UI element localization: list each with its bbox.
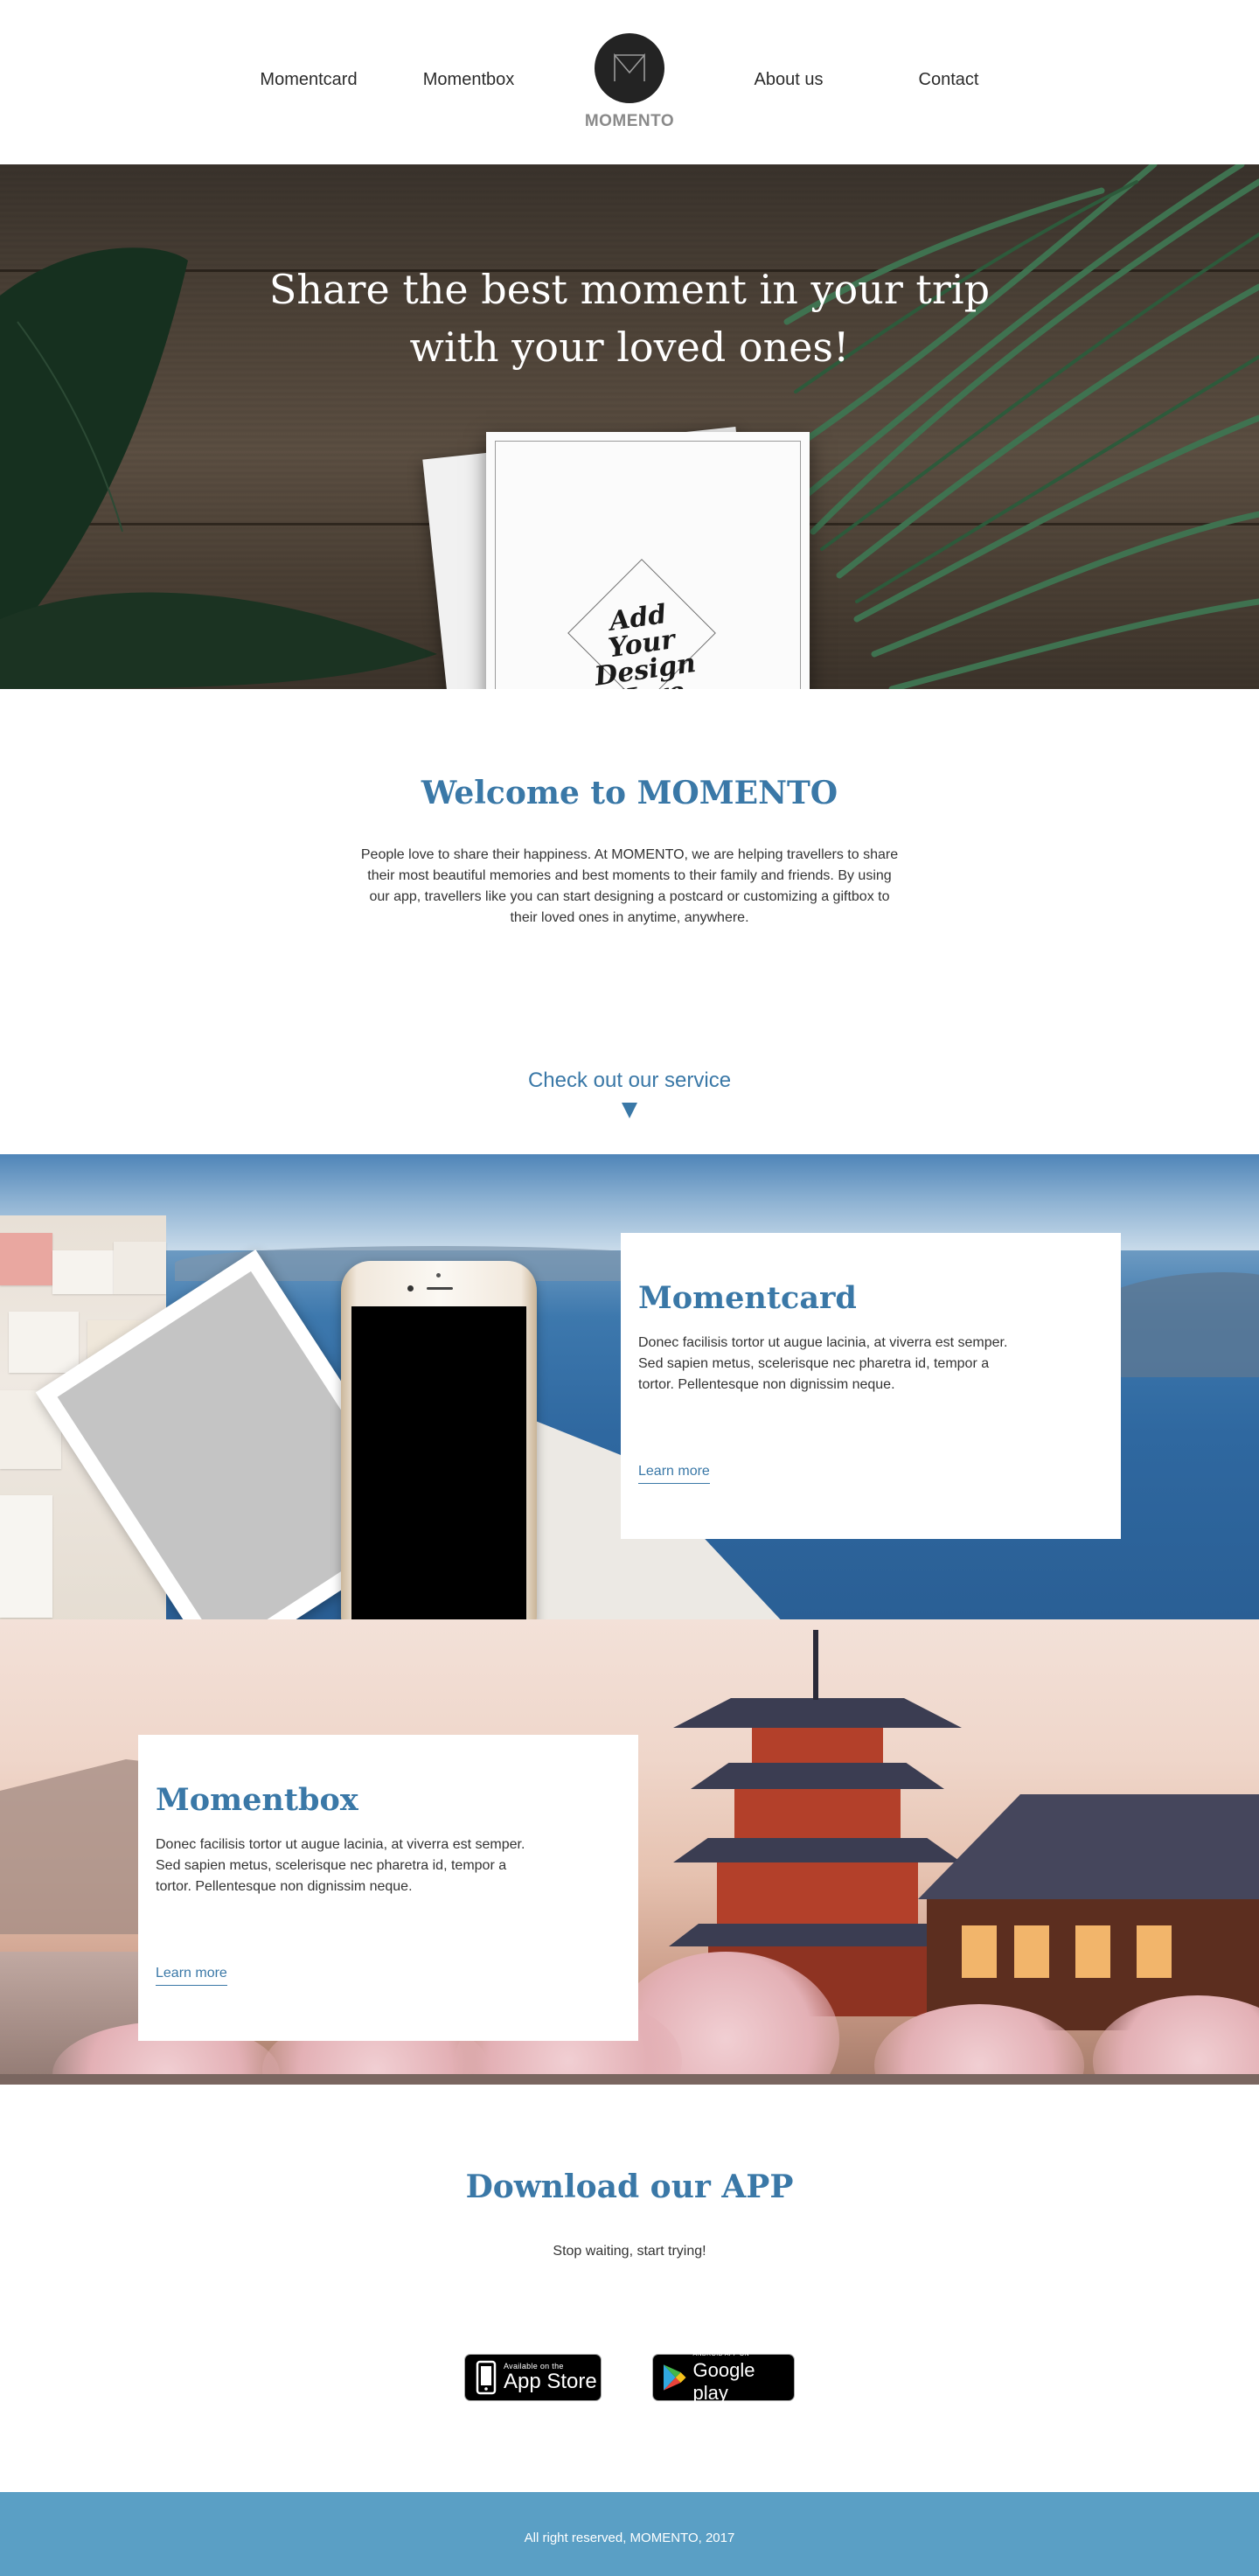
google-play-small-text: ANDROID APP ON <box>692 2351 749 2357</box>
momentcard-title: Momentcard <box>638 1280 857 1316</box>
hero-banner: Add Your Design Here Share the best mome… <box>0 164 1259 689</box>
nav-link-momentcard[interactable]: Momentcard <box>230 70 387 90</box>
welcome-title: Welcome to MOMENTO <box>421 775 838 811</box>
service-link[interactable]: Check out our service <box>0 1069 1259 1093</box>
apple-phone-icon <box>476 2360 497 2395</box>
momentcard-text: Donec facilisis tortor ut augue lacinia,… <box>638 1335 1008 1392</box>
top-navigation: Momentcard Momentbox MOMENTO About us Co… <box>0 0 1259 164</box>
logo[interactable]: MOMENTO <box>585 33 674 131</box>
nav-link-momentbox[interactable]: Momentbox <box>390 70 547 90</box>
download-title: Download our APP <box>465 2169 794 2205</box>
google-play-big-text: Google play <box>692 2359 755 2404</box>
momentbox-card: Momentbox Donec facilisis tortor ut augu… <box>138 1735 638 2041</box>
momentcard-learn-more-link[interactable]: Learn more <box>638 1464 710 1484</box>
nav-link-contact[interactable]: Contact <box>870 70 1027 90</box>
google-play-triangle-icon <box>663 2364 686 2391</box>
app-store-big-text: App Store <box>504 2370 597 2393</box>
smartphone-mockup <box>341 1261 537 1619</box>
momentcard-card: Momentcard Donec facilisis tortor ut aug… <box>621 1233 1121 1539</box>
momentbox-text: Donec facilisis tortor ut augue lacinia,… <box>156 1837 525 1894</box>
momentbox-learn-more-link[interactable]: Learn more <box>156 1966 227 1986</box>
phone-screen <box>351 1306 526 1619</box>
hero-title: Share the best moment in your trip with … <box>268 266 991 371</box>
footer-copyright: All right reserved, MOMENTO, 2017 <box>524 2531 735 2545</box>
postcard-mockup: Add Your Design Here <box>486 432 810 689</box>
momentbox-section: Momentbox Donec facilisis tortor ut augu… <box>0 1619 1259 2085</box>
logo-text: MOMENTO <box>584 112 675 130</box>
m-logo-icon <box>595 33 664 103</box>
momentcard-section: Momentcard Donec facilisis tortor ut aug… <box>0 1154 1259 1619</box>
download-subtitle: Stop waiting, start trying! <box>553 2244 706 2259</box>
google-play-button[interactable]: ANDROID APP ON Google play <box>652 2351 795 2404</box>
nav-link-about-us[interactable]: About us <box>710 70 867 90</box>
momentbox-title: Momentbox <box>156 1782 358 1818</box>
triangle-down-icon[interactable] <box>621 1102 638 1119</box>
welcome-text: People love to share their happiness. At… <box>360 847 899 925</box>
app-store-button[interactable]: Available on the App Store <box>464 2354 602 2401</box>
